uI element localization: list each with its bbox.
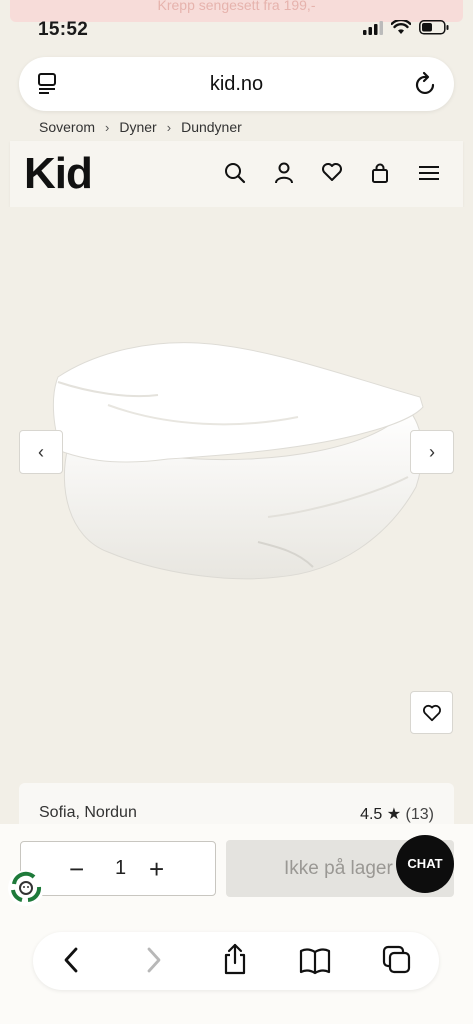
product-image [53, 342, 424, 580]
qty-minus-button[interactable]: − [69, 854, 84, 885]
favorite-button[interactable] [410, 691, 453, 734]
chevron-right-icon: › [105, 119, 110, 135]
breadcrumb-item-dyner[interactable]: Dyner [119, 119, 156, 135]
browser-toolbar [33, 932, 439, 990]
chat-button[interactable]: CHAT [396, 835, 454, 893]
kid-logo[interactable]: Kid [24, 149, 93, 199]
gallery-next-button[interactable]: › [410, 430, 454, 474]
status-bar: 15:52 [0, 0, 473, 48]
recycle-badge-icon[interactable] [6, 868, 46, 908]
breadcrumb-item-soverom[interactable]: Soverom [39, 119, 95, 135]
heart-icon [422, 704, 441, 721]
breadcrumb-item-dundyner[interactable]: Dundyner [181, 119, 242, 135]
bookmarks-icon[interactable] [299, 947, 331, 980]
battery-icon [419, 20, 449, 35]
forward-icon[interactable] [146, 946, 162, 979]
breadcrumb: Soverom › Dyner › Dundyner [39, 119, 242, 135]
product-gallery[interactable]: ‹ › [0, 207, 473, 783]
share-icon[interactable] [222, 943, 248, 980]
address-bar[interactable]: kid.no [19, 57, 454, 111]
qty-value[interactable]: 1 [115, 857, 126, 880]
chat-label: CHAT [407, 856, 443, 871]
chevron-right-icon: › [166, 119, 172, 135]
heart-icon[interactable] [321, 162, 343, 187]
product-rating[interactable]: 4.5 ★ (13) [360, 804, 434, 824]
signal-icon [363, 20, 383, 35]
purchase-panel: − 1 + Ikke på lager CHAT [0, 824, 473, 1024]
search-icon[interactable] [224, 162, 246, 189]
bag-icon[interactable] [371, 162, 389, 189]
stock-label: Ikke på lager [284, 858, 393, 879]
url-text[interactable]: kid.no [19, 73, 454, 96]
gallery-prev-button[interactable]: ‹ [19, 430, 63, 474]
status-icons [363, 20, 449, 35]
tabs-icon[interactable] [382, 945, 412, 980]
back-icon[interactable] [63, 946, 79, 979]
menu-icon[interactable] [417, 162, 441, 189]
chevron-right-icon: › [429, 441, 435, 462]
rating-value: 4.5 ★ [360, 806, 402, 823]
product-name: Sofia, Nordun [39, 804, 137, 821]
quantity-stepper: − 1 + [20, 841, 216, 896]
wifi-icon [391, 20, 411, 34]
reload-icon[interactable] [414, 71, 438, 102]
chevron-left-icon: ‹ [38, 441, 44, 462]
review-count: (13) [405, 806, 434, 823]
qty-plus-button[interactable]: + [149, 854, 164, 885]
user-icon[interactable] [274, 162, 294, 189]
site-header: Kid [10, 141, 463, 207]
status-time: 15:52 [38, 19, 89, 40]
